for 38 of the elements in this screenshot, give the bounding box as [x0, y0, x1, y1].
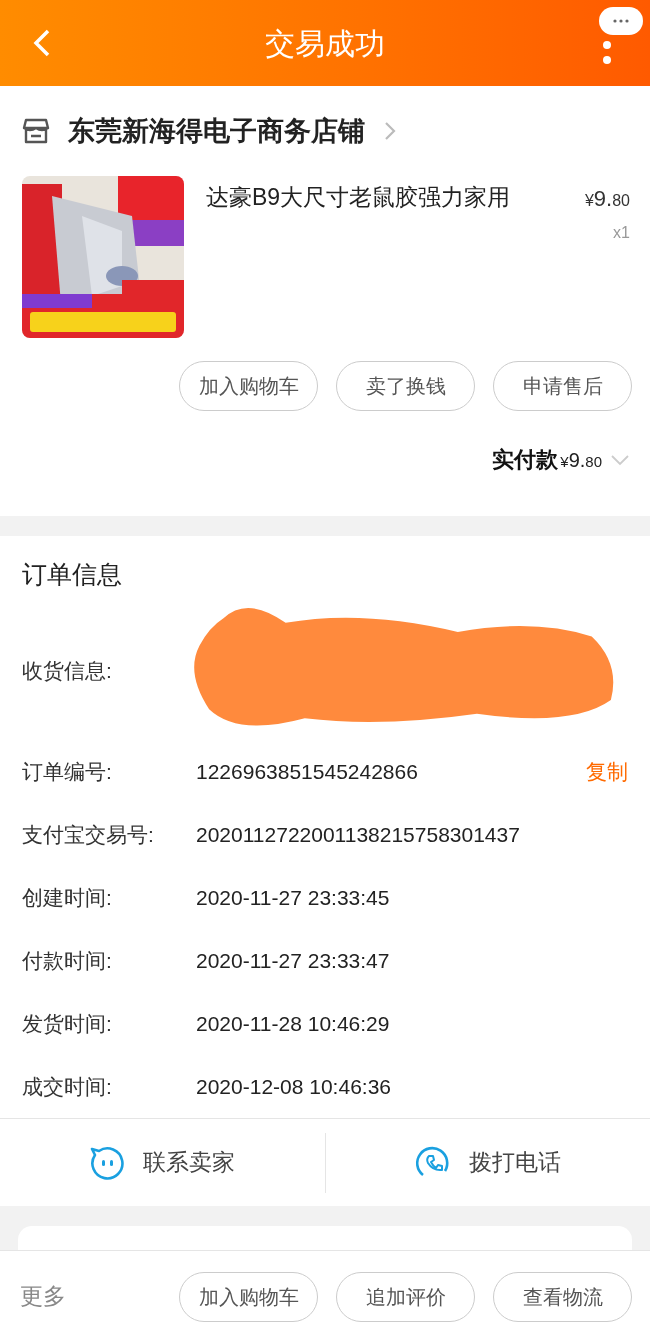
action-button[interactable]: 追加评价 [336, 1271, 475, 1322]
chat-icon [89, 1144, 126, 1181]
action-button[interactable]: 加入购物车 [179, 361, 318, 411]
field-label: 支付宝交易号: [22, 821, 155, 848]
field-label: 订单编号: [22, 758, 113, 785]
field-value: 2020-11-28 10:46:29 [196, 1010, 391, 1037]
store-icon [22, 118, 50, 144]
field-value: 2020112722001138215758301437 [196, 821, 521, 848]
field-value: 2020-11-27 23:33:47 [196, 947, 391, 974]
contact-label: 联系卖家 [143, 1148, 236, 1178]
contact-button[interactable]: 联系卖家 [0, 1132, 325, 1193]
product-price: ¥9.80 [584, 185, 630, 213]
contact-button[interactable]: 拨打电话 [324, 1132, 650, 1193]
action-button[interactable]: 申请售后 [493, 361, 632, 411]
action-button[interactable]: 查看物流 [493, 1271, 632, 1322]
product-quantity: x1 [613, 223, 630, 243]
more-link[interactable]: 更多 [20, 1279, 66, 1314]
contact-label: 拨打电话 [468, 1148, 561, 1178]
menu-icon[interactable] [602, 40, 612, 66]
field-label: 付款时间: [22, 947, 113, 974]
product-title[interactable]: 达豪B9大尺寸老鼠胶强力家用 [206, 176, 563, 338]
back-icon[interactable] [32, 28, 52, 58]
field-label: 发货时间: [22, 1010, 113, 1037]
paid-amount: 实付款¥9.80 [492, 446, 602, 474]
action-button[interactable]: 加入购物车 [179, 1271, 318, 1322]
field-value: 1226963851545242866 [196, 758, 419, 785]
shop-name[interactable]: 东莞新海得电子商务店铺 [68, 110, 365, 152]
section-title: 订单信息 [22, 559, 123, 590]
action-button[interactable]: 卖了换钱 [336, 361, 475, 411]
chevron-down-icon[interactable] [610, 453, 630, 466]
more-icon[interactable] [598, 6, 644, 36]
field-label: 成交时间: [22, 1073, 113, 1100]
page-title: 交易成功 [264, 25, 386, 62]
chevron-right-icon [383, 120, 397, 142]
field-label: 收货信息: [22, 657, 113, 684]
field-value: 2020-12-08 10:46:36 [196, 1073, 392, 1100]
field-value: 2020-11-27 23:33:45 [196, 884, 391, 911]
field-label: 创建时间: [22, 884, 113, 911]
